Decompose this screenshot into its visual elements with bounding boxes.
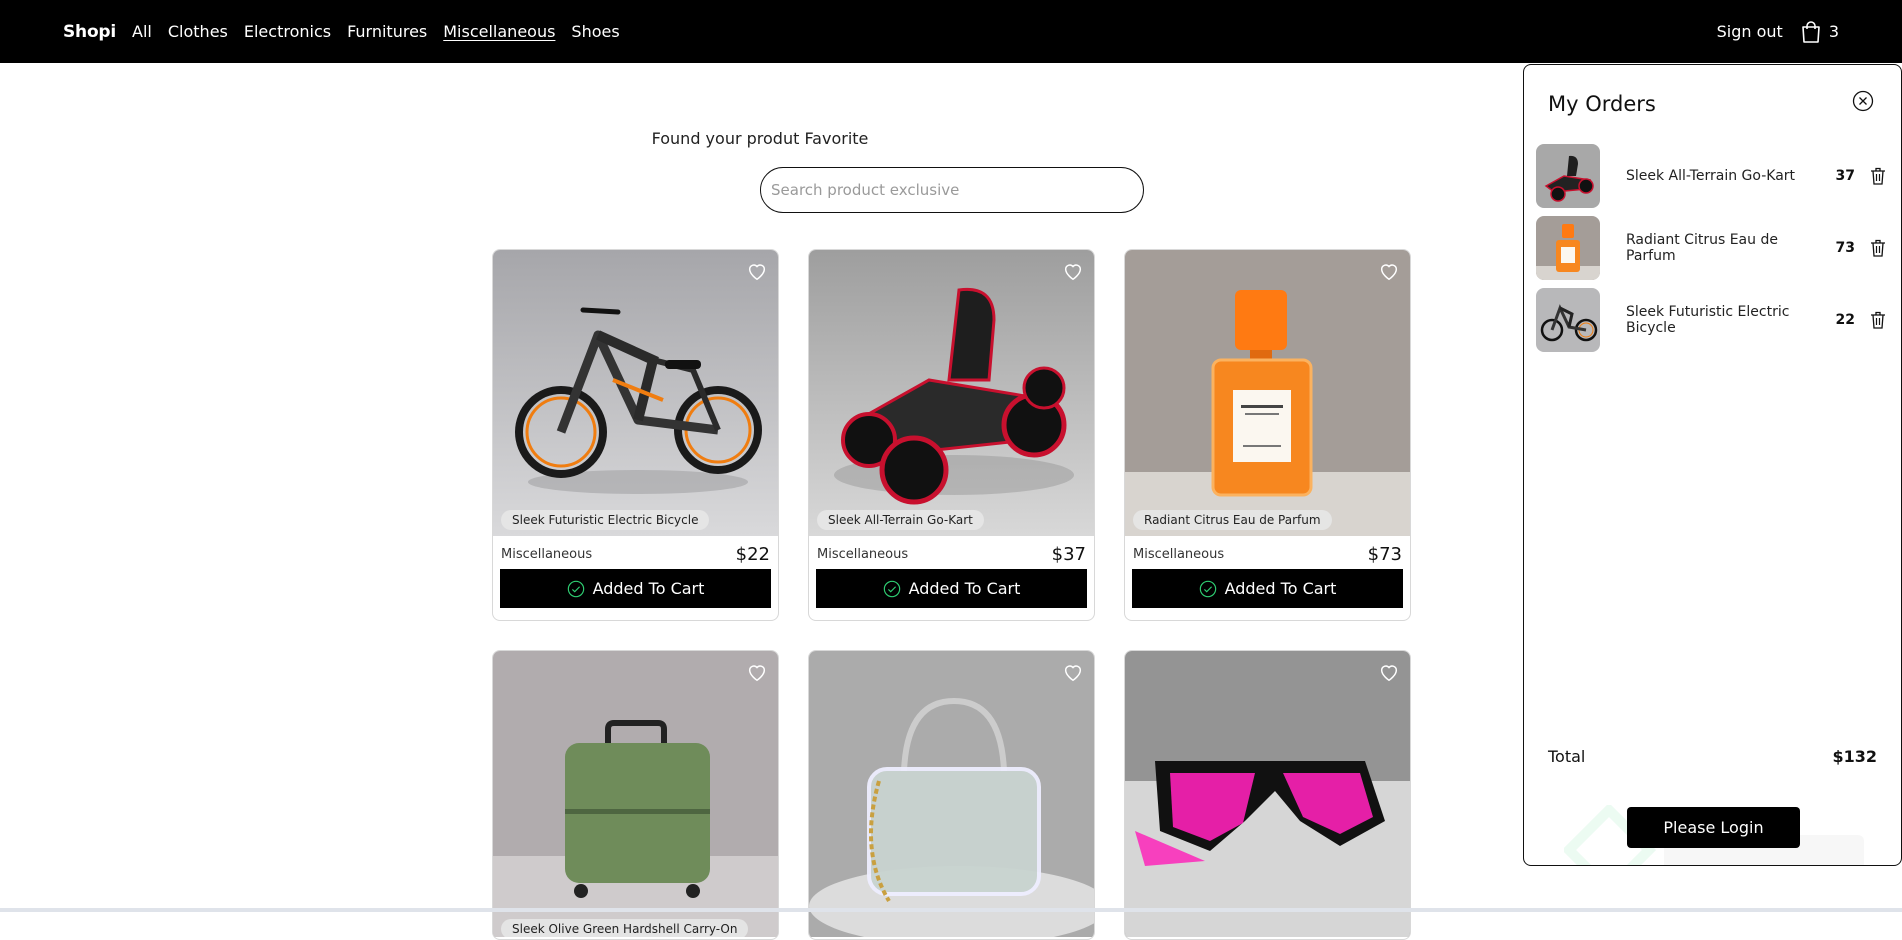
total-label: Total [1548, 747, 1586, 766]
product-meta: Miscellaneous $22 [493, 536, 778, 565]
product-meta: Miscellaneous $37 [809, 536, 1094, 565]
nav-link-shoes[interactable]: Shoes [571, 22, 619, 41]
page-tagline: Found your produt Favorite [651, 129, 869, 148]
heart-icon[interactable] [1378, 661, 1400, 683]
heart-icon[interactable] [746, 260, 768, 282]
order-item-price: 22 [1835, 312, 1855, 328]
product-name-label: Radiant Citrus Eau de Parfum [1133, 510, 1332, 530]
product-name-label: Sleek All-Terrain Go-Kart [817, 510, 984, 530]
search-input[interactable] [760, 167, 1144, 213]
product-card[interactable]: Sleek All-Terrain Go-Kart Miscellaneous … [808, 249, 1095, 621]
heart-icon[interactable] [1062, 661, 1084, 683]
product-image-green-suitcase: Sleek Olive Green Hardshell Carry-On [493, 651, 778, 937]
product-price: $73 [1367, 544, 1402, 565]
nav-right: Sign out 3 [1717, 20, 1839, 43]
nav-left: Shopi All Clothes Electronics Furnitures… [63, 22, 620, 42]
nav-link-miscellaneous[interactable]: Miscellaneous [443, 22, 555, 41]
main-content: Found your produt Favorite Sleek Futuris… [0, 63, 1520, 940]
nav-link-electronics[interactable]: Electronics [244, 22, 331, 41]
check-circle-icon [883, 580, 900, 597]
bottom-edge [0, 908, 1902, 912]
order-item: Sleek All-Terrain Go-Kart 37 [1536, 144, 1896, 208]
product-card[interactable] [808, 650, 1095, 940]
heart-icon[interactable] [746, 661, 768, 683]
order-image-go-kart [1536, 144, 1600, 208]
nav-link-clothes[interactable]: Clothes [168, 22, 228, 41]
product-price: $37 [1051, 544, 1086, 565]
heart-icon[interactable] [1378, 260, 1400, 282]
product-card[interactable]: Sleek Futuristic Electric Bicycle Miscel… [492, 249, 779, 621]
orders-title: My Orders [1548, 92, 1656, 116]
trash-icon[interactable] [1869, 166, 1887, 186]
order-item-name: Radiant Citrus Eau de Parfum [1626, 232, 1778, 264]
heart-icon[interactable] [1062, 260, 1084, 282]
product-image-go-kart: Sleek All-Terrain Go-Kart [809, 250, 1094, 536]
product-image-clear-handbag [809, 651, 1094, 937]
cart-button[interactable]: 3 [1801, 20, 1839, 43]
product-image-pink-sunglasses [1125, 651, 1410, 937]
please-login-button[interactable]: Please Login [1627, 807, 1800, 848]
brand-logo[interactable]: Shopi [63, 22, 116, 42]
my-orders-panel: My Orders Sleek All-Terrain Go-Kart 37 R… [1523, 64, 1902, 866]
check-circle-icon [567, 580, 584, 597]
order-image-perfume-bottle [1536, 216, 1600, 280]
product-name-label: Sleek Futuristic Electric Bicycle [501, 510, 710, 530]
product-card[interactable]: Radiant Citrus Eau de Parfum Miscellaneo… [1124, 249, 1411, 621]
order-item: Radiant Citrus Eau de Parfum 73 [1536, 216, 1896, 280]
order-item-name: Sleek Futuristic Electric Bicycle [1626, 304, 1790, 336]
product-category: Miscellaneous [1133, 547, 1225, 562]
order-item: Sleek Futuristic Electric Bicycle 22 [1536, 288, 1896, 352]
close-icon[interactable] [1852, 90, 1874, 112]
trash-icon[interactable] [1869, 310, 1887, 330]
product-image-electric-bicycle: Sleek Futuristic Electric Bicycle [493, 250, 778, 536]
product-grid: Sleek Futuristic Electric Bicycle Miscel… [492, 249, 1411, 940]
product-category: Miscellaneous [501, 547, 593, 562]
product-image-perfume-bottle: Radiant Citrus Eau de Parfum [1125, 250, 1410, 536]
product-meta: Miscellaneous $73 [1125, 536, 1410, 565]
trash-icon[interactable] [1869, 238, 1887, 258]
product-name-label: Sleek Olive Green Hardshell Carry-On [501, 919, 749, 937]
order-image-electric-bicycle [1536, 288, 1600, 352]
order-item-price: 73 [1835, 240, 1855, 256]
top-navbar: Shopi All Clothes Electronics Furnitures… [0, 0, 1902, 63]
product-price: $22 [735, 544, 770, 565]
nav-link-all[interactable]: All [132, 22, 152, 41]
button-label: Added To Cart [592, 579, 705, 598]
order-item-price: 37 [1835, 168, 1855, 184]
product-card[interactable]: Sleek Olive Green Hardshell Carry-On [492, 650, 779, 940]
added-to-cart-button[interactable]: Added To Cart [500, 569, 771, 608]
product-card[interactable] [1124, 650, 1411, 940]
added-to-cart-button[interactable]: Added To Cart [816, 569, 1087, 608]
button-label: Added To Cart [908, 579, 1021, 598]
product-category: Miscellaneous [817, 547, 909, 562]
added-to-cart-button[interactable]: Added To Cart [1132, 569, 1403, 608]
cart-count: 3 [1828, 22, 1839, 41]
total-value: $132 [1832, 747, 1877, 766]
check-circle-icon [1199, 580, 1216, 597]
button-label: Added To Cart [1224, 579, 1337, 598]
nav-link-furnitures[interactable]: Furnitures [347, 22, 427, 41]
order-item-name: Sleek All-Terrain Go-Kart [1626, 168, 1796, 184]
sign-out-link[interactable]: Sign out [1717, 22, 1783, 41]
shopping-bag-icon [1802, 20, 1820, 43]
